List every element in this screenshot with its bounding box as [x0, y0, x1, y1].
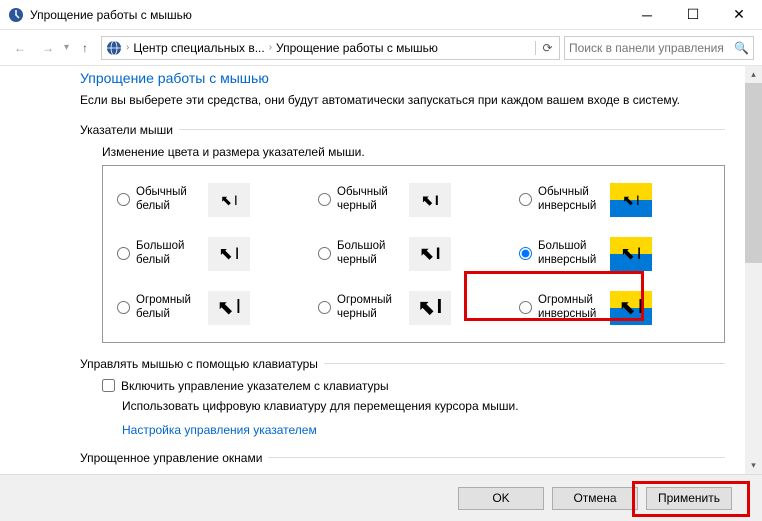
cursor-arrow-icon: ⬉: [622, 193, 634, 207]
cursor-arrow-icon: ⬉: [619, 298, 636, 318]
footer-bar: OK Отмена Применить: [0, 474, 762, 521]
pointer-option-6[interactable]: Огромный белый⬉I: [117, 284, 308, 332]
pointer-label: Огромный белый: [136, 294, 204, 322]
ibeam-icon: I: [435, 192, 439, 208]
pointer-label: Обычный черный: [337, 186, 405, 214]
control-panel-icon: [8, 7, 24, 23]
address-bar[interactable]: › Центр специальных в... › Упрощение раб…: [101, 36, 560, 60]
pointer-radio-3[interactable]: [117, 247, 130, 260]
nav-bar: ← → ▾ ↑ › Центр специальных в... › Упрощ…: [0, 30, 762, 66]
divider: [179, 129, 725, 130]
close-button[interactable]: ✕: [716, 0, 762, 30]
page-description: Если вы выберете эти средства, они будут…: [80, 92, 725, 109]
pointer-radio-4[interactable]: [318, 247, 331, 260]
pointer-preview: ⬉I: [208, 237, 250, 271]
cursor-arrow-icon: ⬉: [219, 245, 233, 262]
chevron-right-icon: ›: [126, 42, 129, 53]
section-title-pointers: Указатели мыши: [80, 123, 173, 137]
ibeam-icon: I: [234, 192, 238, 208]
pointer-option-1[interactable]: Обычный черный⬉I: [318, 176, 509, 224]
section-title-windows: Упрощенное управление окнами: [80, 451, 262, 465]
pointer-radio-8[interactable]: [519, 301, 532, 314]
pointer-label: Обычный белый: [136, 186, 204, 214]
pointer-radio-7[interactable]: [318, 301, 331, 314]
search-icon: 🔍: [734, 41, 749, 55]
cursor-arrow-icon: ⬉: [421, 193, 433, 207]
content-pane: Упрощение работы с мышью Если вы выберет…: [0, 66, 745, 474]
pointer-preview: ⬉I: [610, 291, 652, 325]
refresh-dropdown[interactable]: ⟳: [535, 41, 555, 55]
scroll-thumb[interactable]: [745, 83, 762, 263]
divider: [268, 457, 725, 458]
keyboard-mouse-desc: Использовать цифровую клавиатуру для пер…: [122, 399, 725, 413]
pointer-option-0[interactable]: Обычный белый⬉I: [117, 176, 308, 224]
pointer-preview: ⬉I: [409, 291, 451, 325]
minimize-button[interactable]: ─: [624, 0, 670, 30]
vertical-scrollbar[interactable]: ▴ ▾: [745, 66, 762, 474]
ibeam-icon: I: [636, 192, 640, 208]
apply-button[interactable]: Применить: [646, 487, 732, 510]
scroll-up-button[interactable]: ▴: [745, 66, 762, 83]
pointer-label: Обычный инверсный: [538, 186, 606, 214]
chevron-right-icon: ›: [269, 42, 272, 53]
pointer-radio-1[interactable]: [318, 193, 331, 206]
ibeam-icon: I: [437, 296, 443, 319]
pointer-preview: ⬉I: [610, 237, 652, 271]
cursor-arrow-icon: ⬉: [420, 245, 434, 262]
search-input[interactable]: [569, 41, 734, 55]
keyboard-mouse-settings-link[interactable]: Настройка управления указателем: [122, 423, 725, 437]
pointer-grid: Обычный белый⬉IОбычный черный⬉IОбычный и…: [102, 165, 725, 343]
globe-icon: [106, 40, 122, 56]
pointers-sub-label: Изменение цвета и размера указателей мыш…: [102, 145, 725, 159]
pointer-option-2[interactable]: Обычный инверсный⬉I: [519, 176, 710, 224]
ok-button[interactable]: OK: [458, 487, 544, 510]
pointer-option-7[interactable]: Огромный черный⬉I: [318, 284, 509, 332]
breadcrumb-1[interactable]: Центр специальных в...: [133, 41, 264, 55]
search-box[interactable]: 🔍: [564, 36, 754, 60]
cursor-arrow-icon: ⬉: [220, 193, 232, 207]
window-title: Упрощение работы с мышью: [30, 8, 624, 22]
history-chevron[interactable]: ▾: [64, 42, 69, 53]
maximize-button[interactable]: ☐: [670, 0, 716, 30]
breadcrumb-2[interactable]: Упрощение работы с мышью: [276, 41, 438, 55]
pointer-label: Огромный инверсный: [538, 294, 606, 322]
cursor-arrow-icon: ⬉: [621, 245, 635, 262]
cancel-button[interactable]: Отмена: [552, 487, 638, 510]
pointer-preview: ⬉I: [409, 183, 451, 217]
pointer-label: Большой белый: [136, 240, 204, 268]
ibeam-icon: I: [236, 296, 242, 319]
ibeam-icon: I: [235, 244, 240, 264]
pointer-radio-2[interactable]: [519, 193, 532, 206]
pointer-option-5[interactable]: Большой инверсный⬉I: [519, 230, 710, 278]
pointer-preview: ⬉I: [208, 183, 250, 217]
pointer-option-3[interactable]: Большой белый⬉I: [117, 230, 308, 278]
enable-keyboard-mouse-checkbox[interactable]: [102, 379, 115, 392]
pointer-radio-5[interactable]: [519, 247, 532, 260]
ibeam-icon: I: [637, 244, 642, 264]
up-button[interactable]: ↑: [73, 36, 97, 60]
pointer-preview: ⬉I: [208, 291, 250, 325]
pointer-radio-0[interactable]: [117, 193, 130, 206]
forward-button[interactable]: →: [36, 36, 60, 60]
scroll-down-button[interactable]: ▾: [745, 457, 762, 474]
pointer-label: Большой инверсный: [538, 240, 606, 268]
checkbox-label: Включить управление указателем с клавиат…: [121, 379, 389, 393]
pointer-preview: ⬉I: [409, 237, 451, 271]
pointer-option-8[interactable]: Огромный инверсный⬉I: [519, 284, 710, 332]
ibeam-icon: I: [638, 296, 644, 319]
title-bar: Упрощение работы с мышью ─ ☐ ✕: [0, 0, 762, 30]
page-heading: Упрощение работы с мышью: [80, 70, 725, 86]
pointer-label: Большой черный: [337, 240, 405, 268]
ibeam-icon: I: [436, 244, 441, 264]
pointer-label: Огромный черный: [337, 294, 405, 322]
pointer-option-4[interactable]: Большой черный⬉I: [318, 230, 509, 278]
cursor-arrow-icon: ⬉: [217, 298, 234, 318]
section-title-keyboard: Управлять мышью с помощью клавиатуры: [80, 357, 318, 371]
cursor-arrow-icon: ⬉: [418, 298, 435, 318]
pointer-preview: ⬉I: [610, 183, 652, 217]
pointer-radio-6[interactable]: [117, 301, 130, 314]
back-button[interactable]: ←: [8, 36, 32, 60]
divider: [324, 363, 725, 364]
